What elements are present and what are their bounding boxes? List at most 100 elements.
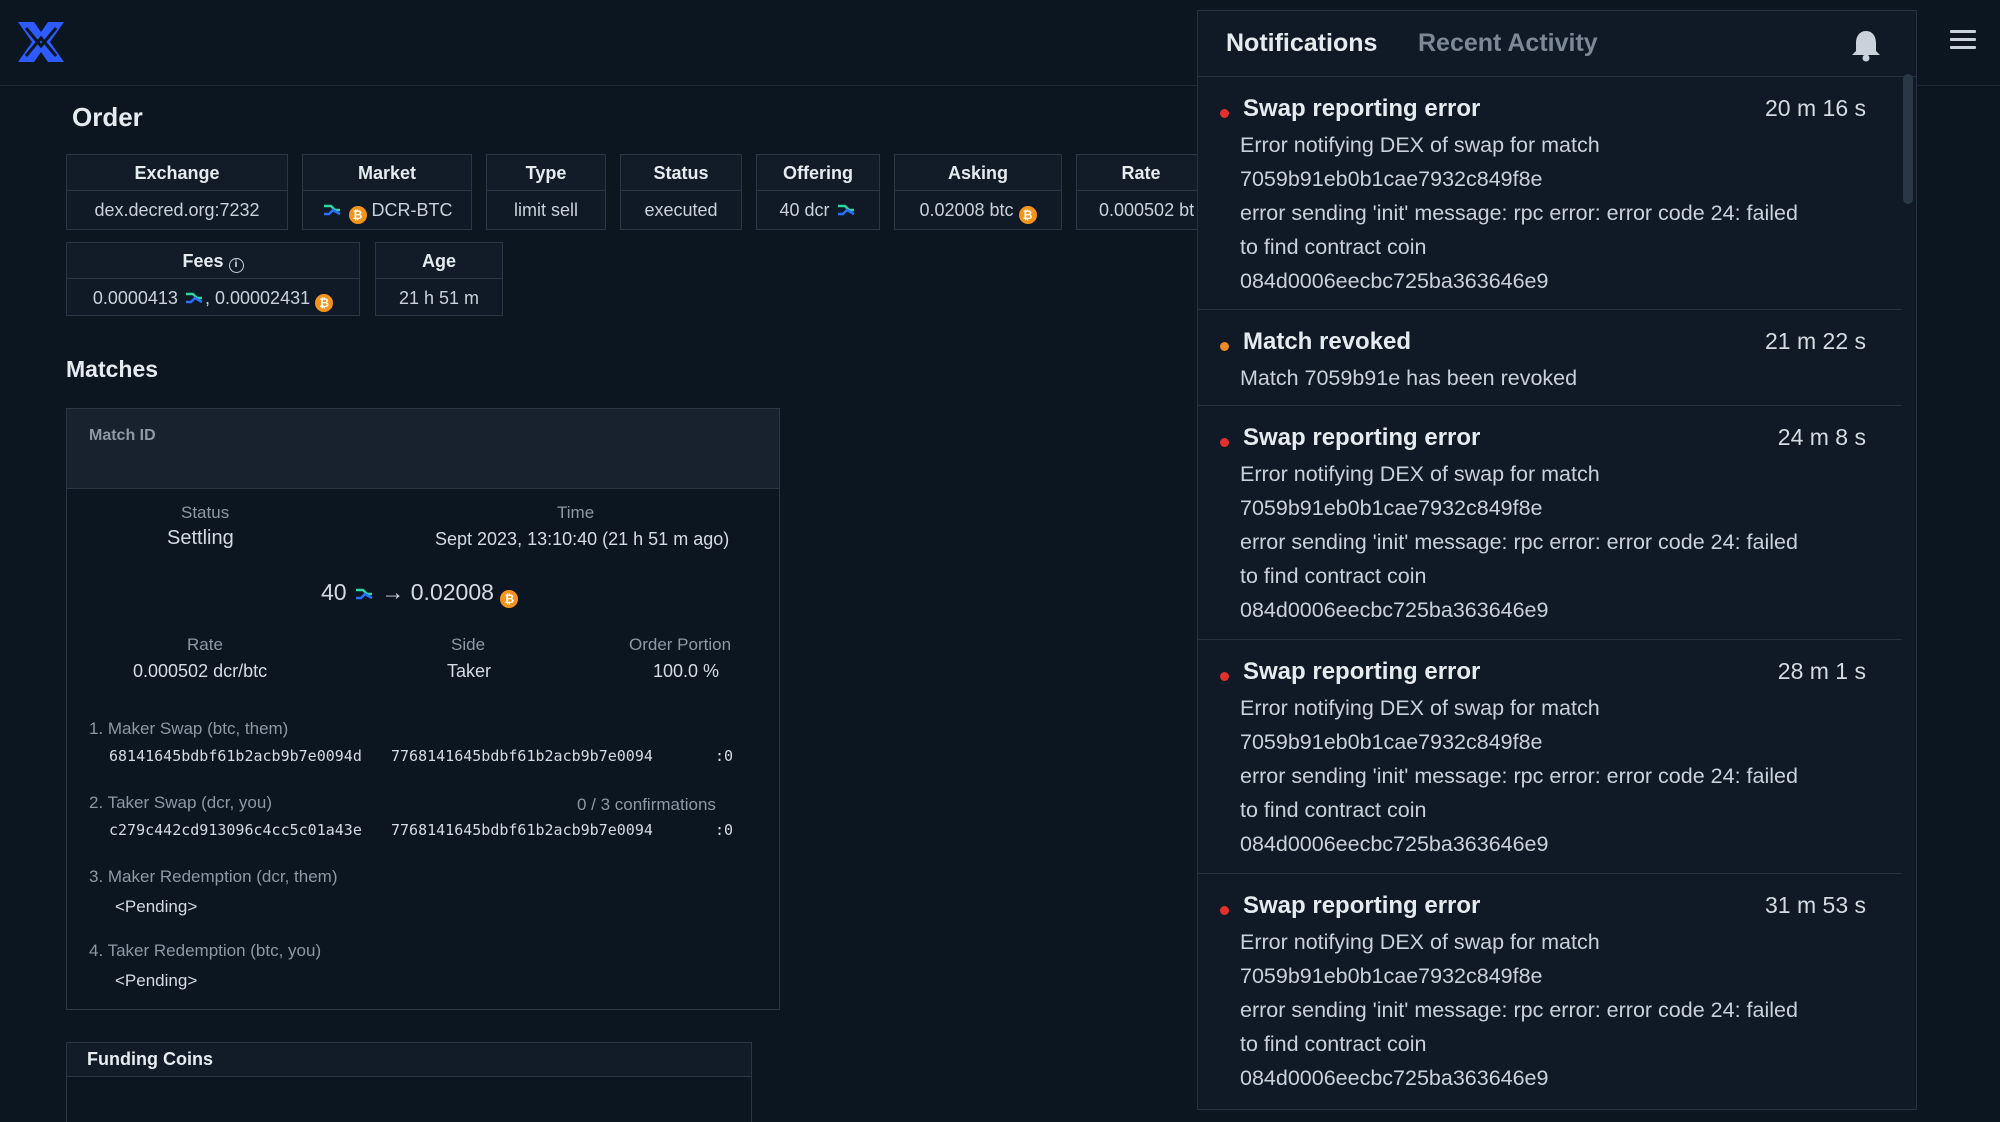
btc-coin-icon: ₿	[315, 294, 334, 312]
notification-line: 7059b91eb0b1cae7932c849f8e	[1240, 167, 1543, 191]
status-value: executed	[644, 200, 718, 220]
fees-header-wrap: Fees i	[67, 243, 359, 279]
asking-cell: Asking 0.02008 btc ₿	[894, 154, 1062, 230]
market-header: Market	[303, 155, 471, 191]
notification-line: 084d0006eecbc725ba363646e9	[1240, 269, 1549, 293]
step-maker-swap-tx[interactable]: 7768141645bdbf61b2acb9b7e0094	[391, 747, 653, 765]
match-rate-label: Rate	[187, 635, 223, 654]
notification-line: Error notifying DEX of swap for match	[1240, 133, 1600, 157]
btc-coin-icon: ₿	[1018, 206, 1037, 224]
notification-time: 20 m 16 s	[1765, 95, 1866, 121]
step-maker-redemption-pending: <Pending>	[115, 897, 198, 916]
notification-title: Swap reporting error	[1243, 424, 1481, 451]
age-value: 21 h 51 m	[398, 288, 480, 308]
match-time-label: Time	[557, 503, 595, 522]
step-maker-swap-coin[interactable]: 68141645bdbf61b2acb9b7e0094d	[109, 747, 362, 765]
market-value: DCR-BTC	[371, 200, 453, 220]
error-dot-icon	[1220, 906, 1229, 915]
step-taker-swap-vout: :0	[715, 821, 734, 839]
hamburger-menu-icon[interactable]	[1950, 30, 1976, 52]
notification-title: Swap reporting error	[1243, 892, 1481, 919]
order-title: Order	[72, 102, 143, 132]
dcr-coin-icon	[835, 194, 857, 216]
step-taker-swap-tx[interactable]: 7768141645bdbf61b2acb9b7e0094	[391, 821, 653, 839]
notification-line: to find contract coin	[1240, 564, 1427, 588]
notification-line: Error notifying DEX of swap for match	[1240, 462, 1600, 486]
offering-value: 40 dcr	[779, 200, 830, 220]
age-cell: Age 21 h 51 m	[375, 242, 503, 316]
rate-cell: Rate 0.000502 bt	[1076, 154, 1206, 230]
amount-arrow: →	[381, 579, 405, 605]
tab-recent-activity[interactable]: Recent Activity	[1418, 29, 1598, 58]
notification-item[interactable]: Swap reporting error 24 m 8 s Error noti…	[1198, 406, 1902, 640]
step-taker-swap-label: 2. Taker Swap (dcr, you)	[89, 793, 272, 812]
dcr-coin-icon	[321, 194, 343, 216]
offering-cell: Offering 40 dcr	[756, 154, 880, 230]
notification-line: to find contract coin	[1240, 1032, 1427, 1056]
notification-time: 31 m 53 s	[1765, 892, 1866, 918]
notification-line: 7059b91eb0b1cae7932c849f8e	[1240, 496, 1543, 520]
notification-item[interactable]: Match revoked 21 m 22 s Match 7059b91e h…	[1198, 310, 1902, 406]
error-dot-icon	[1220, 672, 1229, 681]
notification-title: Swap reporting error	[1243, 658, 1481, 685]
notification-line: 7059b91eb0b1cae7932c849f8e	[1240, 730, 1543, 754]
match-time-value: Sept 2023, 13:10:40 (21 h 51 m ago)	[435, 529, 730, 549]
dex-logo-icon[interactable]	[14, 18, 68, 66]
notification-line: 084d0006eecbc725ba363646e9	[1240, 1066, 1549, 1090]
bell-icon[interactable]	[1848, 27, 1884, 63]
error-dot-icon	[1220, 109, 1229, 118]
offering-header: Offering	[757, 155, 879, 191]
order-portion-value: 100.0 %	[653, 661, 720, 681]
warning-dot-icon	[1220, 342, 1229, 351]
btc-coin-icon: ₿	[348, 206, 367, 224]
rate-header: Rate	[1077, 155, 1205, 191]
amount-from: 40	[321, 579, 347, 605]
notifications-panel: Notifications Recent Activity Swap repor…	[1197, 10, 1917, 1110]
amount-to: 0.02008	[410, 579, 494, 605]
age-header: Age	[376, 243, 502, 279]
match-status-value: Settling	[167, 527, 234, 549]
match-status-label: Status	[181, 503, 230, 522]
notification-title: Match revoked	[1243, 328, 1412, 355]
funding-coins-title: Funding Coins	[67, 1043, 751, 1077]
error-dot-icon	[1220, 438, 1229, 447]
notification-item[interactable]: Swap reporting error 28 m 1 s Error noti…	[1198, 640, 1902, 874]
step-maker-redemption-label: 3. Maker Redemption (dcr, them)	[89, 867, 338, 886]
step-taker-redemption-pending: <Pending>	[115, 971, 198, 990]
type-header: Type	[487, 155, 605, 191]
step-taker-redemption-label: 4. Taker Redemption (btc, you)	[89, 941, 322, 960]
fees-dcr-value: 0.0000413	[92, 288, 178, 308]
fees-separator: ,	[204, 288, 210, 308]
fees-cell: Fees i 0.0000413 , 0.00002431 ₿	[66, 242, 360, 316]
market-value-wrap: ₿ DCR-BTC	[303, 191, 471, 229]
notification-line: error sending 'init' message: rpc error:…	[1240, 530, 1798, 554]
notification-line: Error notifying DEX of swap for match	[1240, 696, 1600, 720]
notification-line: 7059b91eb0b1cae7932c849f8e	[1240, 964, 1543, 988]
match-rate-value: 0.000502 dcr/btc	[133, 661, 268, 681]
exchange-header: Exchange	[67, 155, 287, 191]
funding-coins-section: Funding Coins	[66, 1042, 752, 1122]
notification-line: 084d0006eecbc725ba363646e9	[1240, 598, 1549, 622]
fees-value-wrap: 0.0000413 , 0.00002431 ₿	[67, 279, 359, 317]
match-id-label: Match ID	[67, 409, 779, 489]
notification-item[interactable]: Swap reporting error 20 m 16 s Error not…	[1198, 77, 1902, 310]
offering-value-wrap: 40 dcr	[757, 191, 879, 229]
notification-line: Match 7059b91e has been revoked	[1240, 366, 1578, 390]
asking-value: 0.02008 btc	[919, 200, 1014, 220]
tab-notifications[interactable]: Notifications	[1226, 29, 1377, 58]
exchange-value[interactable]: dex.decred.org:7232	[67, 191, 287, 229]
btc-coin-icon: ₿	[500, 590, 519, 608]
notifications-scrollbar[interactable]	[1903, 74, 1913, 204]
notification-line: to find contract coin	[1240, 235, 1427, 259]
status-cell: Status executed	[620, 154, 742, 230]
match-amount-wrap: 40 → 0.02008 ₿	[321, 579, 519, 608]
type-cell: Type limit sell	[486, 154, 606, 230]
fees-header: Fees	[182, 251, 224, 271]
dcr-coin-icon	[353, 582, 375, 600]
step-taker-swap-coin[interactable]: c279c442cd913096c4cc5c01a43e	[109, 821, 362, 839]
notification-item[interactable]: Swap reporting error 31 m 53 s Error not…	[1198, 874, 1902, 1108]
info-icon[interactable]: i	[228, 258, 244, 273]
notifications-tabs: Notifications Recent Activity	[1198, 11, 1916, 77]
notification-line: error sending 'init' message: rpc error:…	[1240, 764, 1798, 788]
step-taker-swap-confirmations: 0 / 3 confirmations	[577, 795, 716, 814]
